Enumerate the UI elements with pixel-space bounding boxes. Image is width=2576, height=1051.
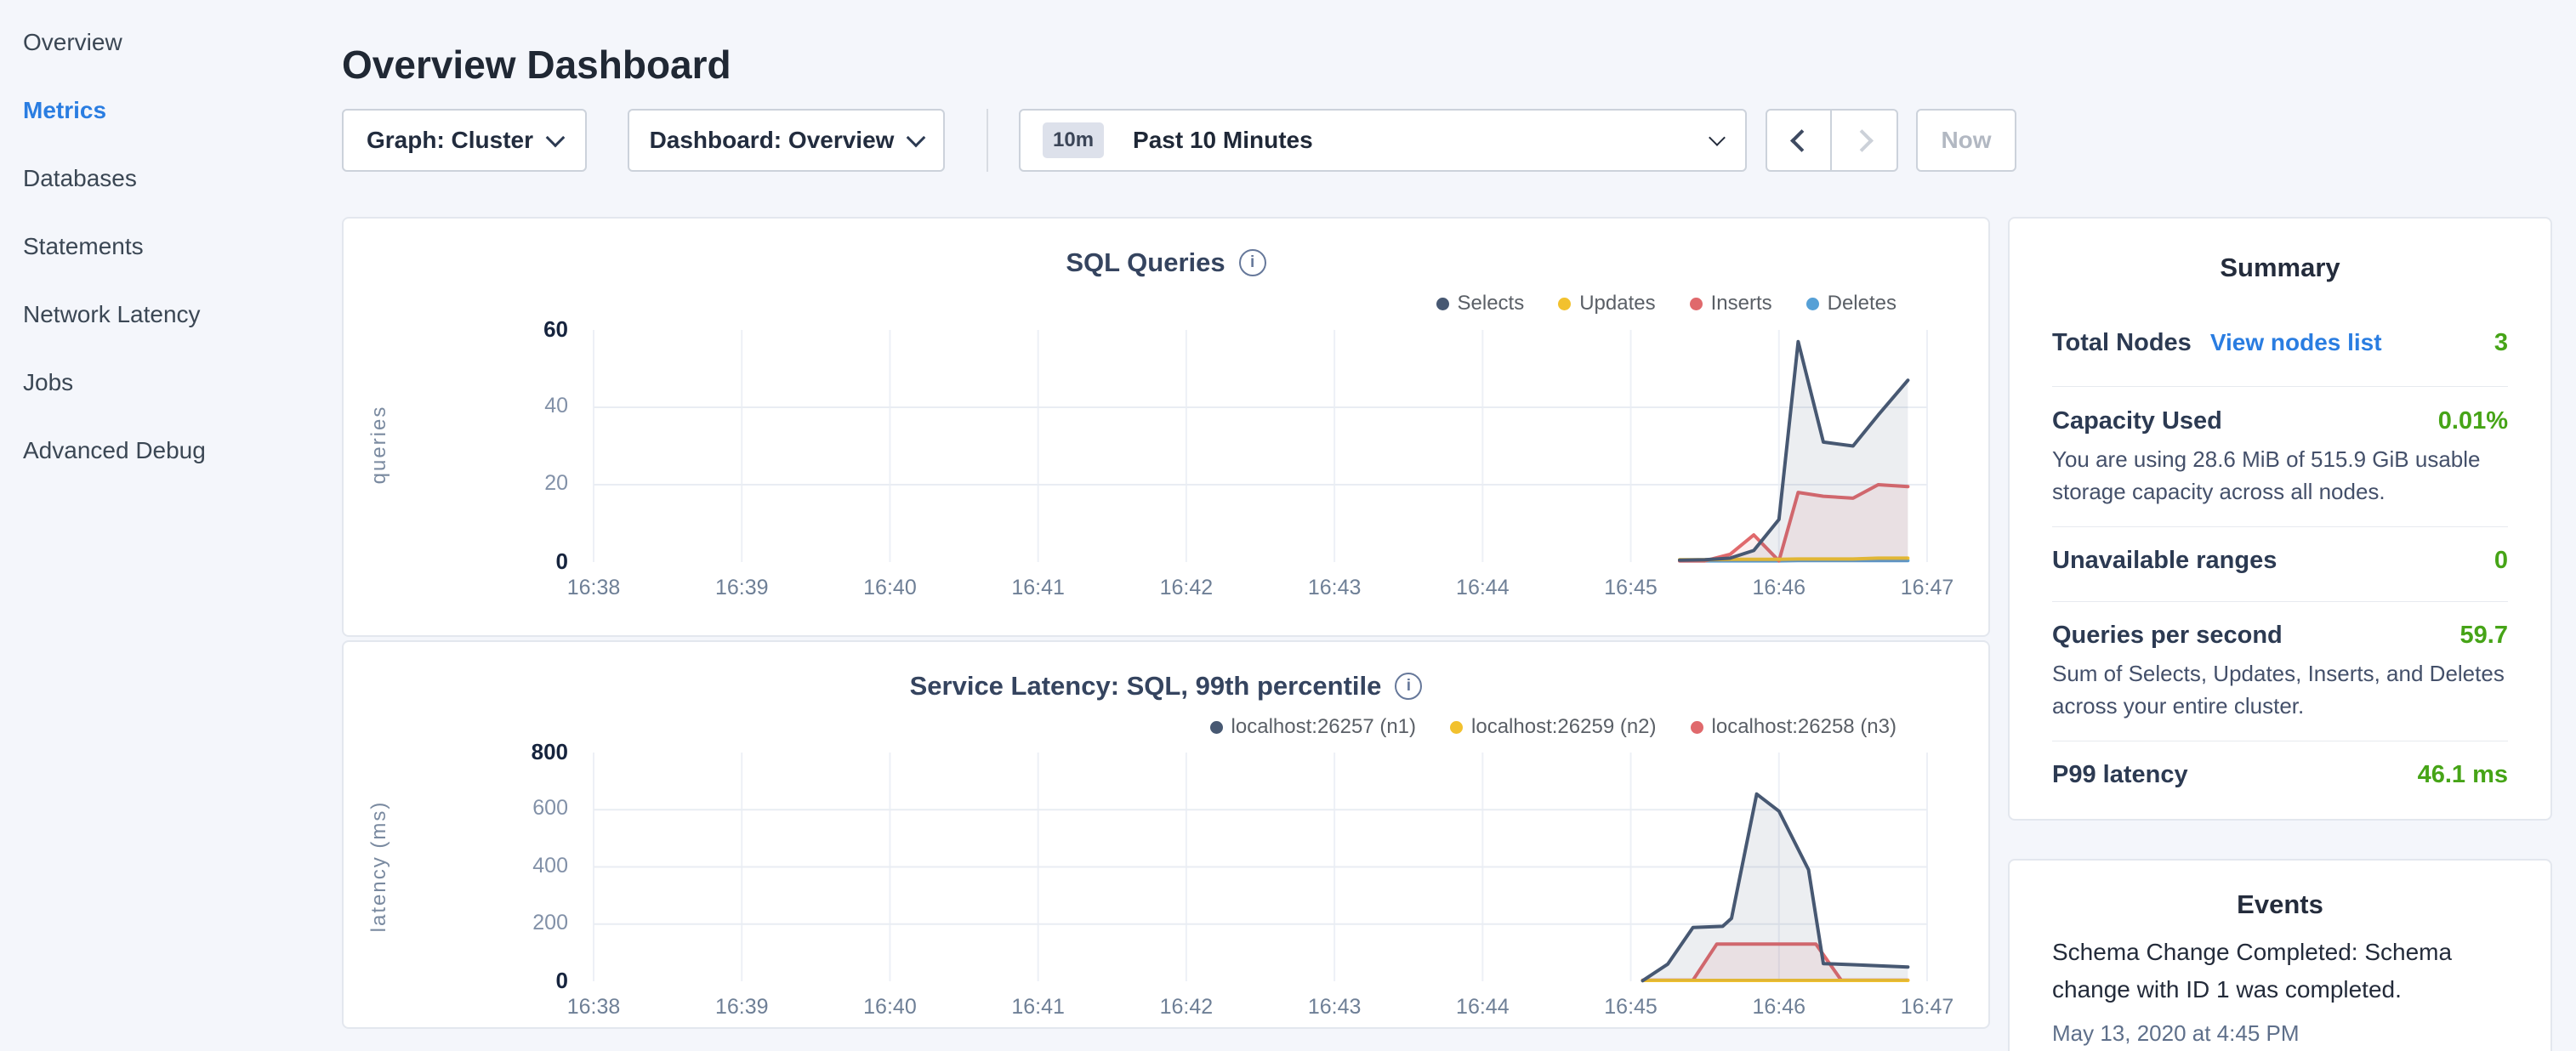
qps-description: Sum of Selects, Updates, Inserts, and De… [2052, 657, 2513, 722]
sidebar-item-advanced-debug[interactable]: Advanced Debug [0, 417, 340, 485]
x-tick-label: 16:38 [543, 576, 645, 600]
capacity-used-value: 0.01% [2438, 407, 2508, 435]
events-panel: Events Schema Change Completed: Schema c… [2008, 859, 2552, 1051]
x-tick-label: 16:41 [987, 576, 1089, 600]
chevron-down-icon [546, 128, 566, 148]
view-nodes-list-link[interactable]: View nodes list [2210, 329, 2382, 356]
sidebar-item-network-latency[interactable]: Network Latency [0, 281, 340, 349]
y-tick-label: 200 [466, 911, 568, 935]
dashboard-dropdown[interactable]: Dashboard: Overview [628, 109, 945, 172]
sidebar-item-jobs[interactable]: Jobs [0, 349, 340, 417]
sidebar-item-metrics[interactable]: Metrics [0, 77, 340, 145]
x-tick-label: 16:41 [987, 995, 1089, 1020]
unavailable-ranges-value: 0 [2494, 547, 2508, 575]
capacity-used-label: Capacity Used [2052, 407, 2222, 435]
summary-row-p99: P99 latency 46.1 ms [2052, 761, 2508, 789]
now-button-label: Now [1941, 127, 1991, 154]
service-latency-chart[interactable] [344, 642, 1992, 1031]
time-forward-button[interactable] [1832, 109, 1898, 172]
now-button[interactable]: Now [1916, 109, 2016, 172]
x-tick-label: 16:47 [1876, 576, 1978, 600]
sql-queries-card: SQL Queries i SelectsUpdatesInsertsDelet… [342, 217, 1990, 637]
event-message: Schema Change Completed: Schema change w… [2052, 934, 2511, 1008]
qps-value: 59.7 [2460, 622, 2508, 650]
total-nodes-value: 3 [2494, 329, 2508, 357]
x-tick-label: 16:38 [543, 995, 645, 1020]
time-range-badge: 10m [1043, 122, 1104, 158]
x-tick-label: 16:44 [1431, 576, 1533, 600]
time-range-dropdown[interactable]: 10m Past 10 Minutes [1019, 109, 1747, 172]
graph-scope-label: Graph: Cluster [367, 127, 533, 154]
x-tick-label: 16:45 [1580, 576, 1682, 600]
x-tick-label: 16:42 [1135, 576, 1237, 600]
x-tick-label: 16:39 [691, 995, 793, 1020]
chevron-right-icon [1851, 129, 1874, 152]
divider [2052, 386, 2508, 387]
chevron-left-icon [1790, 129, 1813, 152]
total-nodes-label: Total Nodes [2052, 329, 2192, 357]
qps-label: Queries per second [2052, 622, 2283, 650]
summary-row-total-nodes: Total Nodes View nodes list 3 [2052, 329, 2508, 357]
x-tick-label: 16:39 [691, 576, 793, 600]
y-tick-label: 400 [466, 854, 568, 878]
y-tick-label: 60 [466, 316, 568, 343]
x-tick-label: 16:40 [839, 576, 941, 600]
dashboard-label: Dashboard: Overview [650, 127, 895, 154]
x-tick-label: 16:40 [839, 995, 941, 1020]
controls-divider [987, 109, 988, 172]
y-tick-label: 40 [466, 394, 568, 418]
time-range-label: Past 10 Minutes [1133, 127, 1313, 154]
x-tick-label: 16:42 [1135, 995, 1237, 1020]
events-title: Events [2010, 889, 2550, 920]
time-nav-group [1766, 109, 1898, 172]
sidebar: OverviewMetricsDatabasesStatementsNetwor… [0, 9, 340, 485]
x-tick-label: 16:47 [1876, 995, 1978, 1020]
summary-title: Summary [2010, 253, 2550, 283]
x-tick-label: 16:43 [1283, 576, 1385, 600]
chevron-down-icon [907, 128, 926, 148]
summary-row-capacity: Capacity Used 0.01% [2052, 407, 2508, 435]
unavailable-ranges-label: Unavailable ranges [2052, 547, 2277, 575]
divider [2052, 601, 2508, 602]
x-tick-label: 16:43 [1283, 995, 1385, 1020]
y-tick-label: 600 [466, 796, 568, 821]
summary-row-unavailable: Unavailable ranges 0 [2052, 547, 2508, 575]
y-tick-label: 0 [466, 968, 568, 994]
p99-latency-value: 46.1 ms [2418, 761, 2508, 789]
x-tick-label: 16:45 [1580, 995, 1682, 1020]
p99-latency-label: P99 latency [2052, 761, 2188, 789]
capacity-description: You are using 28.6 MiB of 515.9 GiB usab… [2052, 443, 2513, 508]
x-tick-label: 16:46 [1728, 576, 1830, 600]
x-tick-label: 16:44 [1431, 995, 1533, 1020]
chevron-down-icon [1709, 129, 1726, 146]
divider [2052, 526, 2508, 527]
y-tick-label: 20 [466, 471, 568, 496]
summary-panel: Summary Total Nodes View nodes list 3 Ca… [2008, 217, 2552, 821]
event-timestamp: May 13, 2020 at 4:45 PM [2052, 1020, 2508, 1047]
y-tick-label: 800 [466, 739, 568, 765]
page-title: Overview Dashboard [342, 42, 731, 88]
sidebar-item-overview[interactable]: Overview [0, 9, 340, 77]
y-tick-label: 0 [466, 548, 568, 575]
summary-row-qps: Queries per second 59.7 [2052, 622, 2508, 650]
sidebar-item-databases[interactable]: Databases [0, 145, 340, 213]
sidebar-item-statements[interactable]: Statements [0, 213, 340, 281]
time-back-button[interactable] [1766, 109, 1832, 172]
service-latency-card: Service Latency: SQL, 99th percentile i … [342, 640, 1990, 1029]
graph-scope-dropdown[interactable]: Graph: Cluster [342, 109, 587, 172]
x-tick-label: 16:46 [1728, 995, 1830, 1020]
admin-ui-root: OverviewMetricsDatabasesStatementsNetwor… [0, 0, 2576, 1051]
